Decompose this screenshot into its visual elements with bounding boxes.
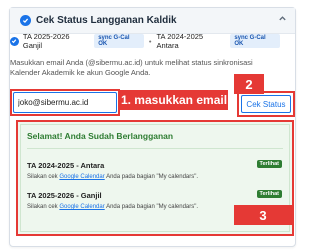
note-suffix: Anda pada bagian "My calendars". [106,174,199,180]
note-prefix: Silakan cek [27,174,58,180]
panel-title: Cek Status Langganan Kaldik [36,15,177,26]
status-badge: Terlihat [256,160,282,168]
annotation-step-3: 3 [234,205,292,225]
google-calendar-link[interactable]: Google Calendar [59,204,104,210]
panel-header[interactable]: Cek Status Langganan Kaldik [10,8,295,34]
status-badge: sync G-Cal OK [94,34,144,48]
status-badge: sync G-Cal OK [230,34,280,48]
status-label-antara: TA 2024-2025 Antara [156,32,204,50]
chevron-up-icon[interactable] [278,14,287,26]
note-prefix: Silakan cek [27,204,58,210]
divider [27,148,283,149]
separator: • [148,36,152,46]
sync-status-row: TA 2025-2026 Ganjil sync G-Cal OK • TA 2… [10,32,280,50]
google-calendar-link[interactable]: Google Calendar [59,174,104,180]
subscription-name: TA 2024-2025 - Antara [27,161,105,170]
note-suffix: Anda pada bagian "My calendars". [106,204,199,210]
subscription-note: Silakan cek Google Calendar Anda pada ba… [27,174,282,180]
result-title: Selamat! Anda Sudah Berlangganan [27,131,174,141]
check-circle-icon [20,15,31,26]
annotation-step-1: 1. masukkan email [120,90,228,110]
check-circle-icon [10,36,19,46]
highlight-email-field [10,89,120,116]
status-badge: Terlihat [256,190,282,198]
status-label-ganjil: TA 2025-2026 Ganjil [22,32,70,50]
list-item: TA 2024-2025 - Antara Terlihat Silakan c… [27,160,282,180]
highlight-check-button [237,91,295,117]
subscription-name: TA 2025-2026 - Ganjil [27,191,102,200]
